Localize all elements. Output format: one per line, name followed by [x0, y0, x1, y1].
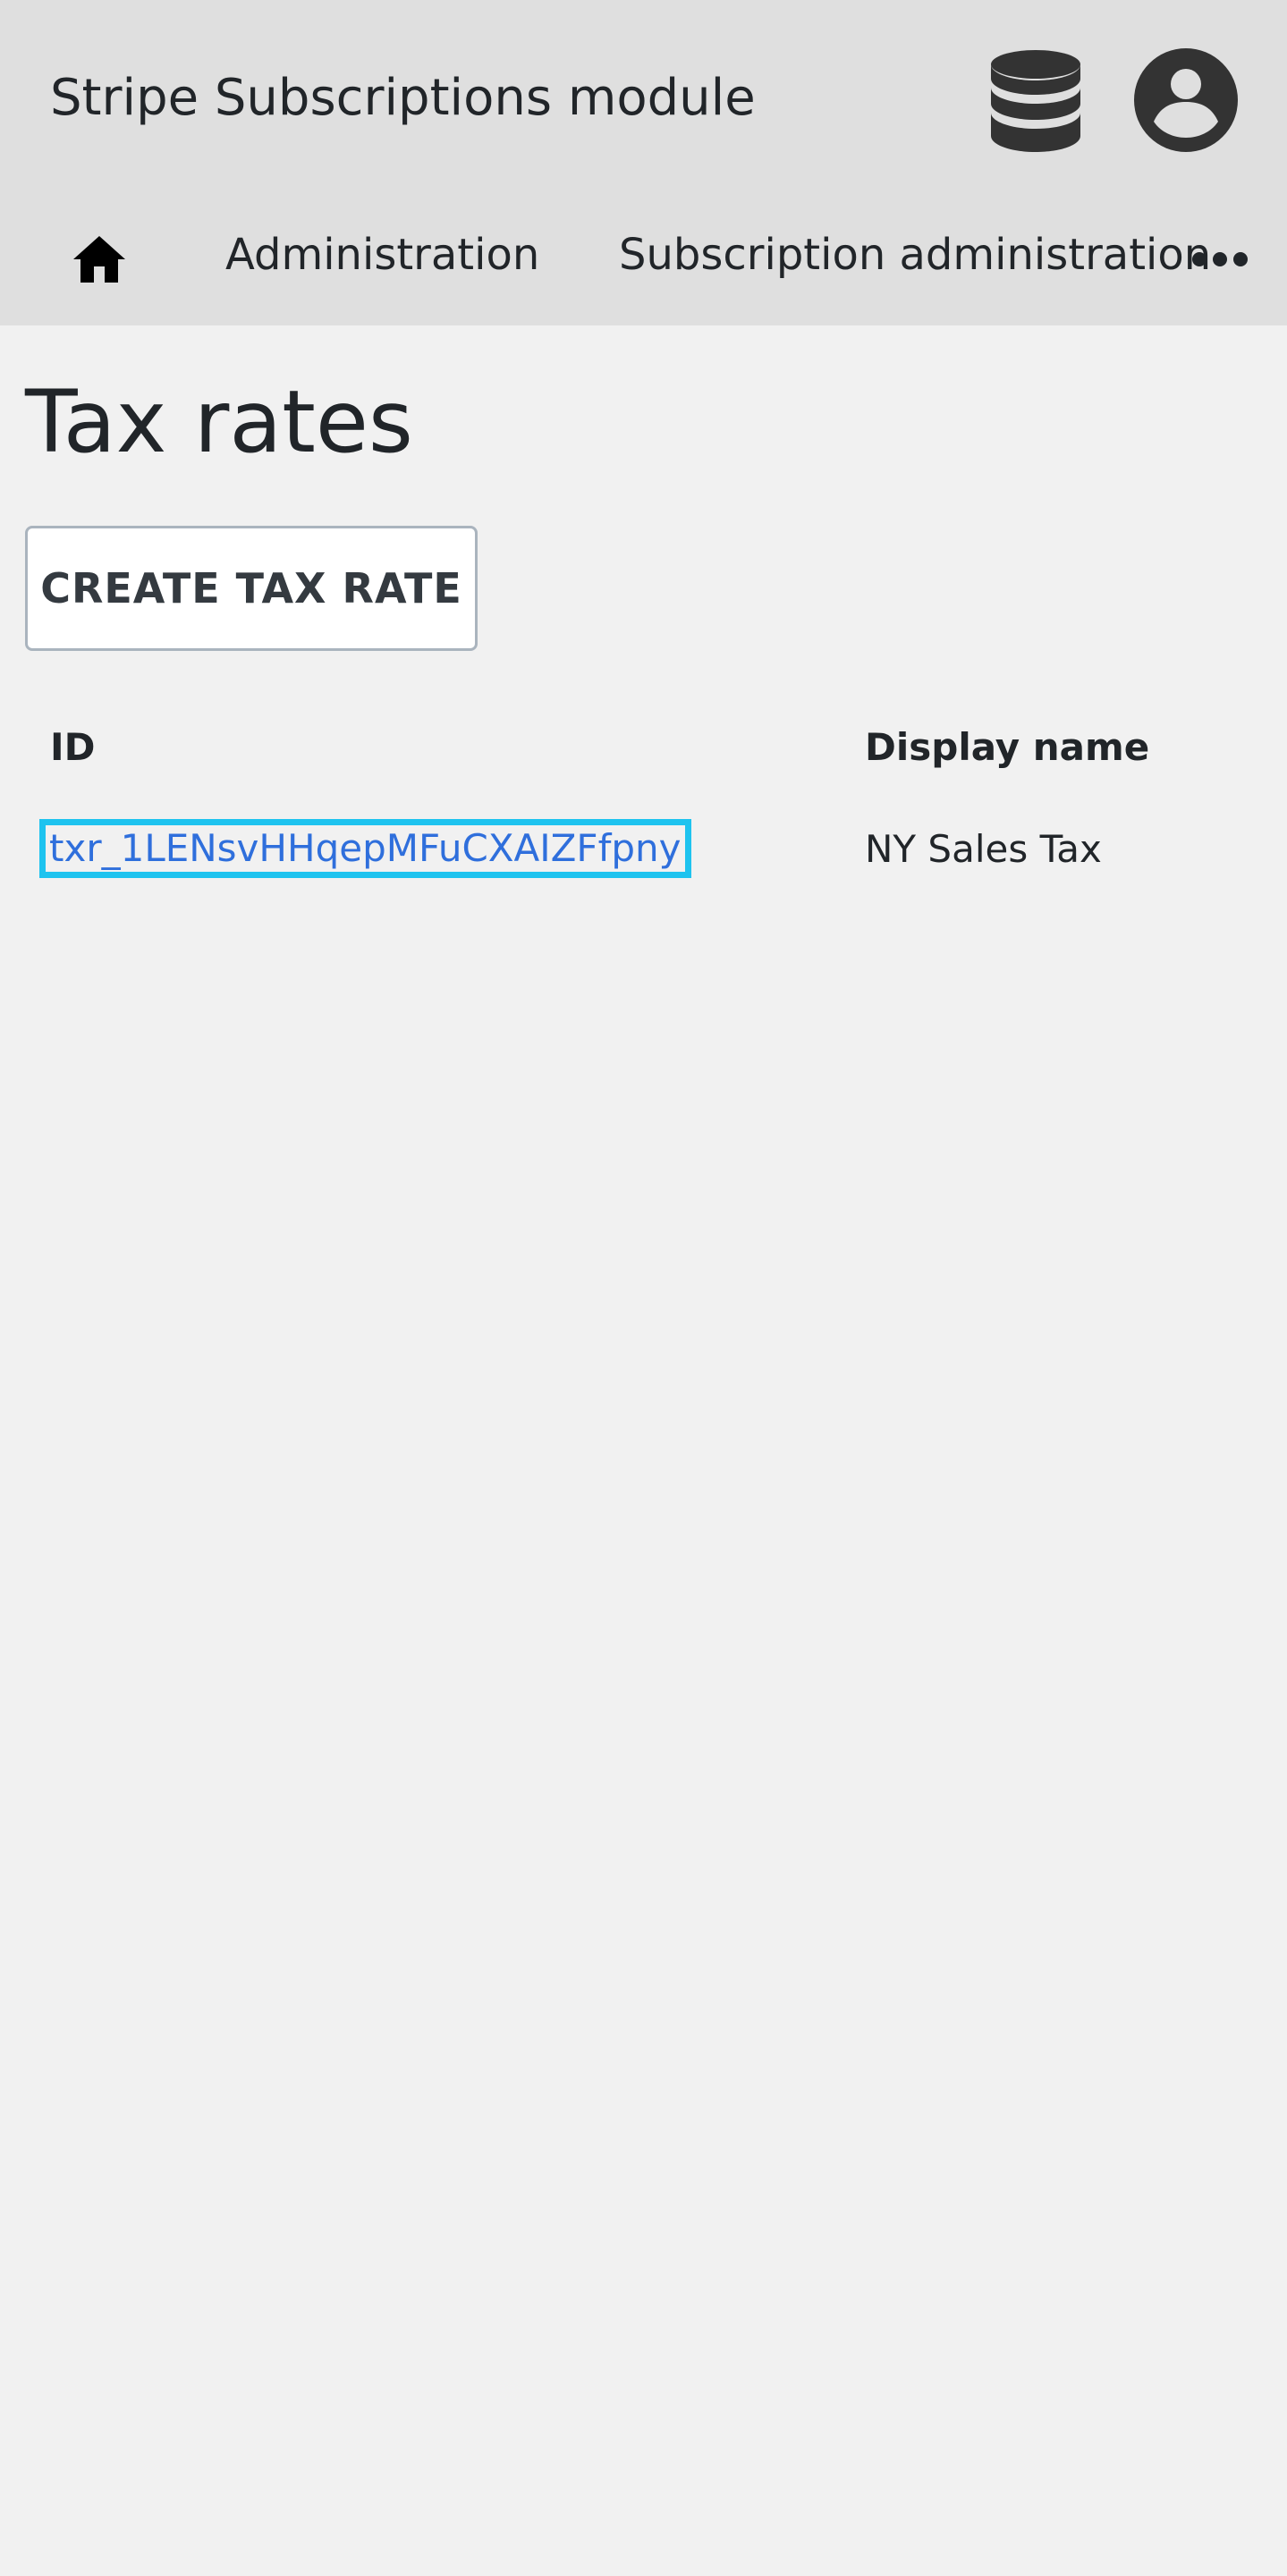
app-header: Stripe Subscriptions module Administrati…	[0, 0, 1287, 325]
column-header-display-name: Display name	[865, 725, 1150, 769]
user-account-icon[interactable]	[1134, 48, 1238, 152]
nav-item-subscription-administration[interactable]: Subscription administration	[619, 224, 1211, 286]
tax-rate-id-link[interactable]: txr_1LENsvHHqepMFuCXAIZFfpny	[39, 819, 691, 878]
column-header-id: ID	[50, 725, 96, 769]
database-icon[interactable]	[989, 48, 1082, 152]
tax-rate-display-name: NY Sales Tax	[865, 827, 1102, 871]
app-title: Stripe Subscriptions module	[50, 69, 756, 127]
nav-item-administration[interactable]: Administration	[225, 224, 539, 286]
more-icon[interactable]	[1191, 241, 1249, 277]
create-tax-rate-button[interactable]: CREATE TAX RATE	[25, 526, 478, 651]
breadcrumb-nav: Administration Subscription administrati…	[0, 179, 1287, 325]
page-title: Tax rates	[25, 372, 413, 472]
home-icon[interactable]	[72, 234, 127, 284]
